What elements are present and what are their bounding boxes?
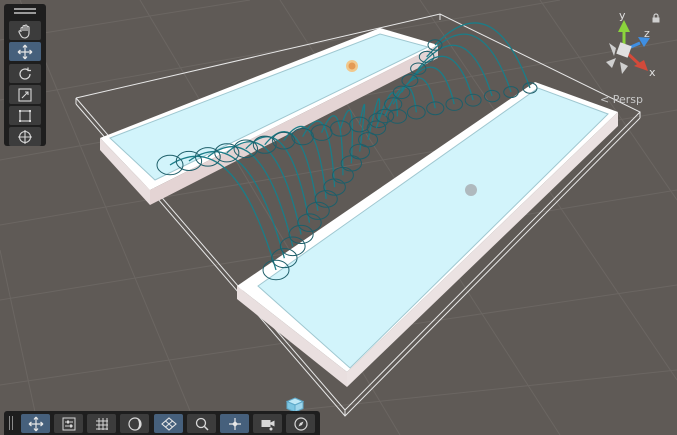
scene-viewport[interactable]	[0, 0, 677, 435]
move-snap-button[interactable]	[21, 414, 50, 433]
scene-bottom-toolbar	[4, 411, 320, 435]
rotate-icon	[19, 67, 31, 80]
view-options-icon	[228, 417, 241, 430]
search-icon	[195, 417, 209, 431]
search-button[interactable]	[187, 414, 216, 433]
view-tool-button[interactable]	[9, 21, 41, 40]
scale-tool-button[interactable]	[9, 85, 41, 104]
shading-icon	[127, 416, 142, 431]
toolbar-handle[interactable]	[9, 416, 15, 430]
grid-visibility-button[interactable]	[154, 414, 183, 433]
tool-settings-button[interactable]	[54, 414, 83, 433]
rect-icon	[19, 109, 31, 122]
shading-mode-button[interactable]	[120, 414, 149, 433]
lock-icon[interactable]	[651, 13, 661, 23]
compass-icon	[293, 416, 308, 431]
camera-icon	[261, 419, 274, 430]
z-axis-label: z	[644, 27, 650, 40]
probe-gizmo	[465, 184, 477, 196]
transform-icon	[18, 129, 32, 144]
scale-icon	[18, 87, 32, 102]
x-axis-label: x	[649, 66, 656, 79]
sliders-icon	[62, 417, 75, 430]
projection-toggle[interactable]: < Persp	[600, 93, 643, 106]
move-tool-button[interactable]	[9, 42, 41, 61]
tools-palette	[4, 4, 46, 146]
camera-button[interactable]	[253, 414, 282, 433]
y-axis-label: y	[619, 10, 626, 22]
rect-tool-button[interactable]	[9, 106, 41, 125]
grid-icon	[95, 417, 108, 430]
grid-snap-button[interactable]	[87, 414, 116, 433]
hand-icon	[18, 23, 30, 39]
rotate-tool-button[interactable]	[9, 64, 41, 83]
grid-plane-icon	[160, 416, 177, 431]
light-gizmo	[346, 60, 358, 72]
view-options-button[interactable]	[220, 414, 249, 433]
move-snap-icon	[28, 416, 43, 431]
transform-tool-button[interactable]	[9, 127, 41, 146]
jet-nozzle-ring	[310, 124, 333, 141]
palette-handle[interactable]	[14, 8, 36, 16]
jet-arc	[434, 22, 531, 89]
jet-arc	[283, 125, 327, 200]
navigation-button[interactable]	[286, 414, 315, 433]
move-arrows-icon	[17, 44, 33, 59]
